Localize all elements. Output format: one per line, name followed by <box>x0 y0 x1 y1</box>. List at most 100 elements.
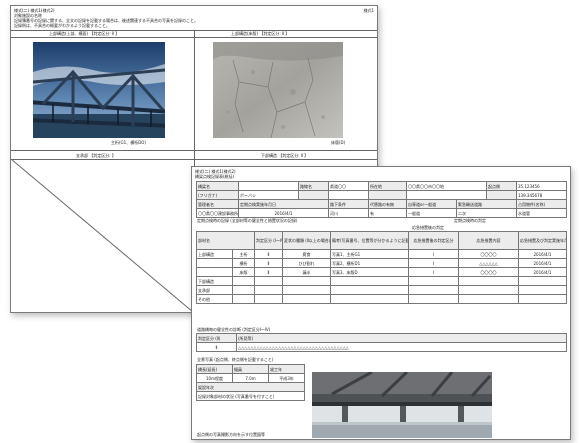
lon-value: 139.345678 <box>516 190 567 200</box>
member-cell-grade: Ⅱ <box>254 267 283 277</box>
member-cell-type: 漏水 <box>282 267 331 277</box>
lat-value: 35.123456 <box>516 181 567 191</box>
summary-label: 定期点検時の記録 (全部材等の健全性と措置状況の記録) <box>197 218 298 223</box>
back-empty-cross <box>11 159 193 312</box>
blank-cell <box>328 190 369 200</box>
member-cell-name <box>196 267 233 277</box>
location-value: 〇〇県〇〇市〇〇地 <box>406 181 487 191</box>
health-grade-label: 判定区分 (Ⅱ) <box>196 333 237 343</box>
member-cell-date: 2016/4/1 <box>518 249 567 259</box>
member-cell-type <box>282 276 331 286</box>
back-rule-center <box>194 30 195 150</box>
route-value: 県道〇〇 <box>328 181 369 191</box>
member-row: 下部構造 <box>196 276 567 286</box>
back-right-caption: 上部構造(床版) 【判定区分: Ⅱ 】 <box>231 31 290 36</box>
member-cell-date <box>518 285 567 295</box>
bridge-name-label: 橋梁名 <box>196 181 239 191</box>
member-cell-action: △△△△△△ <box>458 258 519 268</box>
member-cell-type: ひび割れ <box>282 258 331 268</box>
col-action: 応急措置内容 <box>458 231 519 250</box>
location-label: 所在地 <box>368 181 407 191</box>
health-remark-value: △△△△△△△△△△△△△△△△△△△△△△△△△△△△△△△△△△△△ <box>236 342 567 352</box>
member-cell-action <box>458 276 519 286</box>
member-cell-sub: 横桁 <box>232 258 255 268</box>
spec-length-label: 橋長(延長) <box>196 364 233 374</box>
member-rows: 上部構造 主桁 Ⅱ 腐食 写真1、主桁G1 Ⅰ 〇〇〇〇 2016/4/1 横桁 Ⅱ ひび割れ 写真2… <box>196 249 567 304</box>
back-note-line2: 記録例は、不具合の概要がわかるよう記載すること。 <box>14 23 110 28</box>
member-cell-type <box>282 285 331 295</box>
bottom-note: 起点側の写真撮影方向を示す位置図等 <box>197 432 265 437</box>
occupied-value: 水道管 <box>516 208 567 218</box>
back-rule-caption <box>11 37 377 38</box>
member-cell-name: その他 <box>196 294 233 304</box>
bridge-truss-photo <box>33 42 165 138</box>
spec-width-label: 幅員 <box>232 364 269 374</box>
member-cell-sub <box>232 276 255 286</box>
repair-label: 応急措置後の判定 <box>412 225 444 230</box>
member-cell-grade: Ⅱ <box>254 258 283 268</box>
member-cell-note <box>330 285 409 295</box>
member-cell-type: 腐食 <box>282 249 331 259</box>
blank-cell <box>368 190 407 200</box>
col-note: 備考(写真番号、位置等が分かるように記載) <box>330 231 409 250</box>
member-cell-sub <box>232 285 255 295</box>
back-left-note: 主桁(G1、横桁DO) <box>111 140 146 145</box>
col-grade: 判定区分 (Ⅰ～Ⅳ) <box>254 231 283 250</box>
member-cell-sub: 主桁 <box>232 249 255 259</box>
back-header-right: 様式1 <box>363 8 374 13</box>
member-cell-after: Ⅰ <box>408 267 459 277</box>
spec-width-value: 7.0m <box>232 373 269 383</box>
member-cell-note: 写真1、主桁G1 <box>330 249 409 259</box>
member-cell-name <box>196 258 233 268</box>
lat-label: 起点側 <box>486 181 517 191</box>
spec-length-value: 10m程度 <box>196 373 233 383</box>
member-cell-sub <box>232 294 255 304</box>
road-class-label: 路下条件 <box>328 199 369 209</box>
back-lower-left-label: 支承部 【判定区分: 】 <box>76 153 116 158</box>
back-right-note: 床版(D) <box>331 140 346 145</box>
code-value: 有 <box>368 208 407 218</box>
member-row: 床版 Ⅱ 漏水 写真3、床版D Ⅰ 〇〇〇〇 2016/4/1 <box>196 267 567 277</box>
blank-cell <box>486 190 517 200</box>
member-cell-grade <box>254 294 283 304</box>
health-remark-label: (所見等) <box>236 333 567 343</box>
bus-label: 緊急輸送道路 <box>456 199 517 209</box>
member-cell-after <box>408 285 459 295</box>
member-row: その他 <box>196 294 567 304</box>
furigana-value: ボーバシ <box>238 190 299 200</box>
admin-label: 管理者名 <box>196 199 239 209</box>
member-row: 上部構造 主桁 Ⅱ 腐食 写真1、主桁G1 Ⅰ 〇〇〇〇 2016/4/1 <box>196 249 567 259</box>
member-cell-name: 下部構造 <box>196 276 233 286</box>
member-cell-action: 〇〇〇〇 <box>458 267 519 277</box>
blank-cell <box>298 190 329 200</box>
member-cell-note <box>330 276 409 286</box>
road-class-value: 河川 <box>328 208 369 218</box>
health-table: 判定区分 (Ⅱ) (所見等) Ⅱ △△△△△△△△△△△△△△△△△△△△△△△… <box>196 333 567 352</box>
inspect-date-label: 定期点検実施年月日 <box>238 199 329 209</box>
front-header-line2: 橋梁点検記録表(総括) <box>195 174 235 179</box>
member-cell-date <box>518 276 567 286</box>
judgement-label: 定期点検時の判定 <box>454 218 486 223</box>
member-cell-note: 写真3、床版D <box>330 267 409 277</box>
spec-year-label: 竣工年 <box>268 364 305 374</box>
code-label: 代替路の有無 <box>368 199 407 209</box>
member-cell-after: Ⅰ <box>408 258 459 268</box>
member-row: 支承部 <box>196 285 567 295</box>
member-cell-note: 写真2、横桁D1 <box>330 258 409 268</box>
member-cell-note <box>330 294 409 304</box>
emergency-label: 自専道or一般道 <box>406 199 457 209</box>
front-sheet: 様式(二) 様式1(様式2) 橋梁点検記録表(総括) 橋梁名 路線名 県道〇〇 … <box>191 166 571 440</box>
member-cell-date: 2016/4/1 <box>518 267 567 277</box>
admin-value: 〇〇県〇〇建設事務所〇〇出張所 <box>196 208 239 218</box>
member-cell-grade: Ⅱ <box>254 249 283 259</box>
photo-caption: 記録対象部材の状況 (写真番号を付すこと) <box>196 391 305 401</box>
col-date: 応急措置及び判定実施年月日 <box>518 231 567 250</box>
member-cell-sub: 床版 <box>232 267 255 277</box>
member-cell-date: 2016/4/1 <box>518 258 567 268</box>
blank-cell <box>406 190 487 200</box>
bridge-underside-photo <box>312 372 492 438</box>
member-cell-type <box>282 294 331 304</box>
member-cell-grade <box>254 285 283 295</box>
inspect-date-value: 2016/4/1 <box>238 208 329 218</box>
health-label: 道路橋毎の健全性の診断 (判定区分Ⅰ～Ⅳ) <box>197 327 271 332</box>
